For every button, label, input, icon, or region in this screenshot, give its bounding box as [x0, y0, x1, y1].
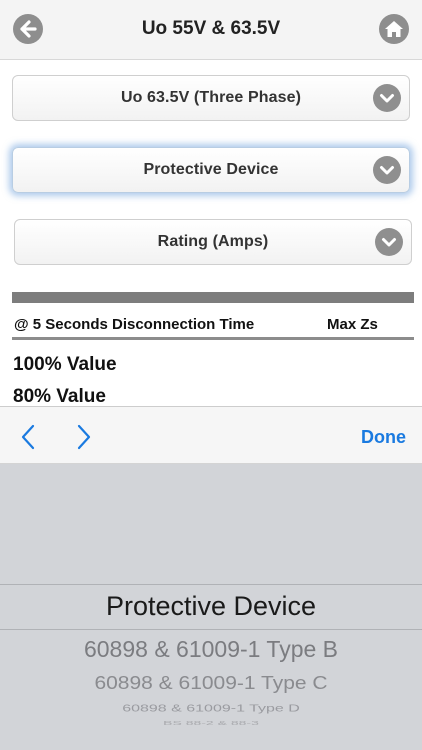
table-header-bar — [12, 292, 414, 303]
page-title: Uo 55V & 63.5V — [141, 18, 281, 39]
chevron-down-icon — [375, 228, 403, 256]
picker-selection-bottom-line — [0, 629, 422, 630]
back-button[interactable] — [13, 14, 43, 44]
previous-field-button[interactable] — [17, 423, 39, 451]
picker-item[interactable]: 60898 & 61009-1 Type D — [0, 703, 422, 715]
chevron-left-icon — [21, 424, 35, 450]
nav-bar: Uo 55V & 63.5V — [0, 0, 422, 60]
protective-device-select-label: Protective Device — [143, 161, 279, 178]
chevron-down-icon — [373, 84, 401, 112]
chevron-down-icon — [373, 156, 401, 184]
full-value-row: 100% Value — [13, 354, 117, 375]
voltage-select[interactable]: Uo 63.5V (Three Phase) — [12, 75, 410, 121]
rating-select-label: Rating (Amps) — [157, 233, 269, 250]
keyboard-toolbar: Done — [0, 406, 422, 464]
picker-item[interactable]: 60898 & 61009-1 Type C — [0, 674, 422, 695]
device-picker[interactable]: Protective Device 60898 & 61009-1 Type B… — [0, 464, 422, 750]
picker-item[interactable]: 60898 & 61009-1 Type B — [0, 636, 422, 663]
picker-selected-item[interactable]: Protective Device — [0, 591, 422, 622]
next-field-button[interactable] — [73, 423, 95, 451]
protective-device-select[interactable]: Protective Device — [12, 147, 410, 193]
home-button[interactable] — [379, 14, 409, 44]
picker-item[interactable]: BS 88-2 & 88-3 — [0, 720, 422, 727]
home-icon — [385, 21, 403, 37]
max-zs-header: Max Zs — [327, 316, 378, 333]
table-divider — [12, 337, 414, 340]
back-arrow-icon — [20, 20, 37, 38]
voltage-select-label: Uo 63.5V (Three Phase) — [120, 89, 302, 106]
chevron-right-icon — [77, 424, 91, 450]
picker-selection-top-line — [0, 584, 422, 585]
rating-select[interactable]: Rating (Amps) — [14, 219, 412, 265]
disconnection-time-header: @ 5 Seconds Disconnection Time — [14, 316, 255, 333]
eighty-percent-value-row: 80% Value — [13, 386, 106, 407]
done-button[interactable]: Done — [361, 427, 406, 448]
